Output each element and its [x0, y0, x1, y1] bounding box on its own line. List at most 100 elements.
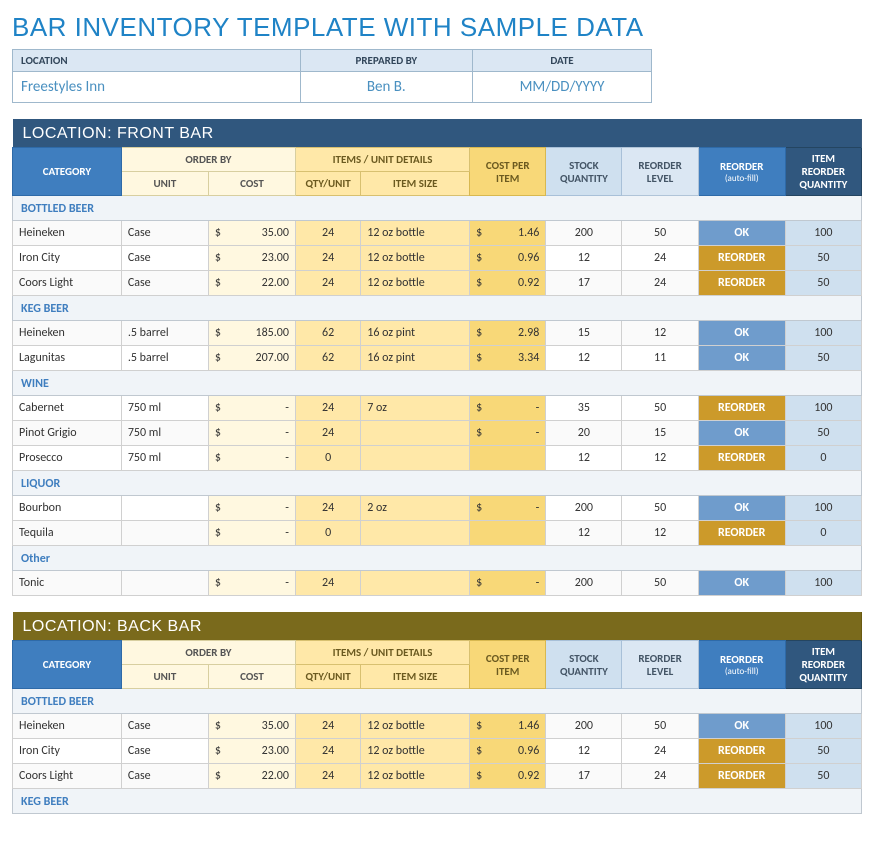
cell-reorder-level[interactable]: 24 [622, 246, 698, 271]
cell-qty-unit[interactable]: 24 [295, 396, 360, 421]
cell-name[interactable]: Heineken [13, 714, 122, 739]
cell-reorder-level[interactable]: 50 [622, 571, 698, 596]
cell-qty-unit[interactable]: 24 [295, 271, 360, 296]
cell-name[interactable]: Lagunitas [13, 346, 122, 371]
cell-name[interactable]: Cabernet [13, 396, 122, 421]
cell-unit[interactable]: 750 ml [121, 446, 208, 471]
cell-item-size[interactable]: 16 oz pint [361, 321, 470, 346]
cell-reorder-level[interactable]: 24 [622, 764, 698, 789]
cell-item-size[interactable]: 7 oz [361, 396, 470, 421]
cell-reorder-qty[interactable]: 100 [785, 321, 861, 346]
cell-reorder-qty[interactable]: 50 [785, 271, 861, 296]
cell-unit[interactable]: .5 barrel [121, 346, 208, 371]
cell-qty-unit[interactable]: 24 [295, 246, 360, 271]
cell-reorder-level[interactable]: 11 [622, 346, 698, 371]
cell-reorder-level[interactable]: 24 [622, 271, 698, 296]
cell-qty-unit[interactable]: 24 [295, 764, 360, 789]
cell-reorder-qty[interactable]: 0 [785, 521, 861, 546]
cell-name[interactable]: Coors Light [13, 271, 122, 296]
cell-item-size[interactable] [361, 421, 470, 446]
cell-unit[interactable]: Case [121, 246, 208, 271]
cell-stock[interactable]: 12 [546, 521, 622, 546]
cell-unit[interactable] [121, 496, 208, 521]
cell-reorder-level[interactable]: 50 [622, 221, 698, 246]
cell-reorder-qty[interactable]: 50 [785, 764, 861, 789]
cell-unit[interactable]: 750 ml [121, 421, 208, 446]
cell-item-size[interactable]: 12 oz bottle [361, 271, 470, 296]
cell-item-size[interactable]: 12 oz bottle [361, 764, 470, 789]
cell-qty-unit[interactable]: 24 [295, 739, 360, 764]
meta-value-prepared-by[interactable]: Ben B. [300, 72, 473, 103]
cell-reorder-level[interactable]: 50 [622, 496, 698, 521]
cell-reorder-qty[interactable]: 100 [785, 571, 861, 596]
cell-name[interactable]: Iron City [13, 739, 122, 764]
cell-qty-unit[interactable]: 62 [295, 321, 360, 346]
cell-item-size[interactable]: 16 oz pint [361, 346, 470, 371]
cell-reorder-level[interactable]: 50 [622, 396, 698, 421]
cell-item-size[interactable] [361, 446, 470, 471]
cell-qty-unit[interactable]: 0 [295, 446, 360, 471]
cell-unit[interactable]: Case [121, 739, 208, 764]
cell-unit[interactable]: Case [121, 714, 208, 739]
cell-stock[interactable]: 12 [546, 446, 622, 471]
cell-qty-unit[interactable]: 62 [295, 346, 360, 371]
cell-item-size[interactable] [361, 521, 470, 546]
cell-reorder-qty[interactable]: 50 [785, 346, 861, 371]
cell-reorder-qty[interactable]: 100 [785, 221, 861, 246]
cell-item-size[interactable]: 12 oz bottle [361, 739, 470, 764]
meta-value-location[interactable]: Freestyles Inn [13, 72, 301, 103]
cell-reorder-level[interactable]: 24 [622, 739, 698, 764]
cell-unit[interactable]: Case [121, 764, 208, 789]
cell-reorder-level[interactable]: 12 [622, 521, 698, 546]
cell-unit[interactable]: Case [121, 221, 208, 246]
cell-reorder-level[interactable]: 12 [622, 446, 698, 471]
cell-name[interactable]: Coors Light [13, 764, 122, 789]
meta-value-date[interactable]: MM/DD/YYYY [473, 72, 652, 103]
cell-reorder-qty[interactable]: 100 [785, 496, 861, 521]
cell-stock[interactable]: 200 [546, 221, 622, 246]
cell-unit[interactable]: 750 ml [121, 396, 208, 421]
cell-reorder-level[interactable]: 50 [622, 714, 698, 739]
cell-name[interactable]: Tonic [13, 571, 122, 596]
cell-item-size[interactable]: 12 oz bottle [361, 714, 470, 739]
cell-stock[interactable]: 200 [546, 714, 622, 739]
cell-stock[interactable]: 200 [546, 571, 622, 596]
cell-item-size[interactable]: 12 oz bottle [361, 246, 470, 271]
cell-item-size[interactable]: 2 oz [361, 496, 470, 521]
cell-stock[interactable]: 20 [546, 421, 622, 446]
cell-stock[interactable]: 17 [546, 764, 622, 789]
cell-unit[interactable] [121, 521, 208, 546]
cell-stock[interactable]: 12 [546, 739, 622, 764]
cell-qty-unit[interactable]: 24 [295, 714, 360, 739]
cell-reorder-level[interactable]: 15 [622, 421, 698, 446]
cell-stock[interactable]: 200 [546, 496, 622, 521]
cell-reorder-qty[interactable]: 100 [785, 396, 861, 421]
cell-name[interactable]: Iron City [13, 246, 122, 271]
cell-item-size[interactable] [361, 571, 470, 596]
cell-unit[interactable]: Case [121, 271, 208, 296]
cell-name[interactable]: Heineken [13, 321, 122, 346]
cell-name[interactable]: Prosecco [13, 446, 122, 471]
cell-reorder-qty[interactable]: 100 [785, 714, 861, 739]
cell-reorder-level[interactable]: 12 [622, 321, 698, 346]
cell-stock[interactable]: 12 [546, 346, 622, 371]
cell-qty-unit[interactable]: 24 [295, 221, 360, 246]
cell-qty-unit[interactable]: 24 [295, 571, 360, 596]
cell-reorder-qty[interactable]: 50 [785, 246, 861, 271]
cell-qty-unit[interactable]: 24 [295, 496, 360, 521]
cell-reorder-qty[interactable]: 50 [785, 739, 861, 764]
cell-reorder-qty[interactable]: 50 [785, 421, 861, 446]
cell-stock[interactable]: 35 [546, 396, 622, 421]
cell-name[interactable]: Tequila [13, 521, 122, 546]
cell-qty-unit[interactable]: 24 [295, 421, 360, 446]
cell-qty-unit[interactable]: 0 [295, 521, 360, 546]
cell-unit[interactable]: .5 barrel [121, 321, 208, 346]
cell-stock[interactable]: 12 [546, 246, 622, 271]
cell-item-size[interactable]: 12 oz bottle [361, 221, 470, 246]
cell-stock[interactable]: 17 [546, 271, 622, 296]
cell-name[interactable]: Heineken [13, 221, 122, 246]
cell-name[interactable]: Bourbon [13, 496, 122, 521]
cell-reorder-qty[interactable]: 0 [785, 446, 861, 471]
cell-name[interactable]: Pinot Grigio [13, 421, 122, 446]
cell-stock[interactable]: 15 [546, 321, 622, 346]
